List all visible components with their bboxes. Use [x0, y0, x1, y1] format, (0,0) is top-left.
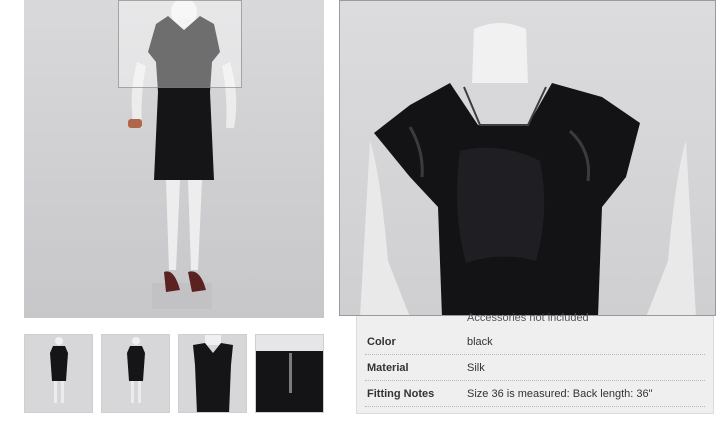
- thumbnail-front-icon: [50, 337, 68, 403]
- thumbnail-1[interactable]: [24, 334, 93, 413]
- product-details-table: Accessories not included Color black Mat…: [356, 312, 714, 414]
- detail-value: Size 36 is measured: Back length: 36": [467, 388, 653, 400]
- detail-value: black: [467, 336, 493, 348]
- detail-row-color: Color black: [365, 328, 705, 355]
- detail-label: Fitting Notes: [367, 388, 435, 400]
- zoom-dress-graphic: [360, 23, 696, 315]
- zoom-panel: [339, 0, 716, 316]
- thumbnail-back-icon: [127, 337, 145, 403]
- thumbnail-2[interactable]: [101, 334, 170, 413]
- thumbnail-zipper-icon: [256, 335, 323, 412]
- partial-text: Accessories not included: [467, 312, 589, 324]
- main-product-image[interactable]: [24, 0, 324, 318]
- zoom-lens[interactable]: [118, 0, 242, 88]
- detail-label: Material: [367, 362, 409, 374]
- thumbnail-strip: [24, 334, 326, 414]
- detail-row-material: Material Silk: [365, 354, 705, 381]
- detail-label: Color: [367, 336, 396, 348]
- detail-row-fitting-notes: Fitting Notes Size 36 is measured: Back …: [365, 380, 705, 407]
- thumbnail-3[interactable]: [178, 334, 247, 413]
- thumbnail-4[interactable]: [255, 334, 324, 413]
- thumbnail-closeup-icon: [193, 335, 233, 412]
- detail-value: Silk: [467, 362, 485, 374]
- bracelet: [128, 119, 142, 128]
